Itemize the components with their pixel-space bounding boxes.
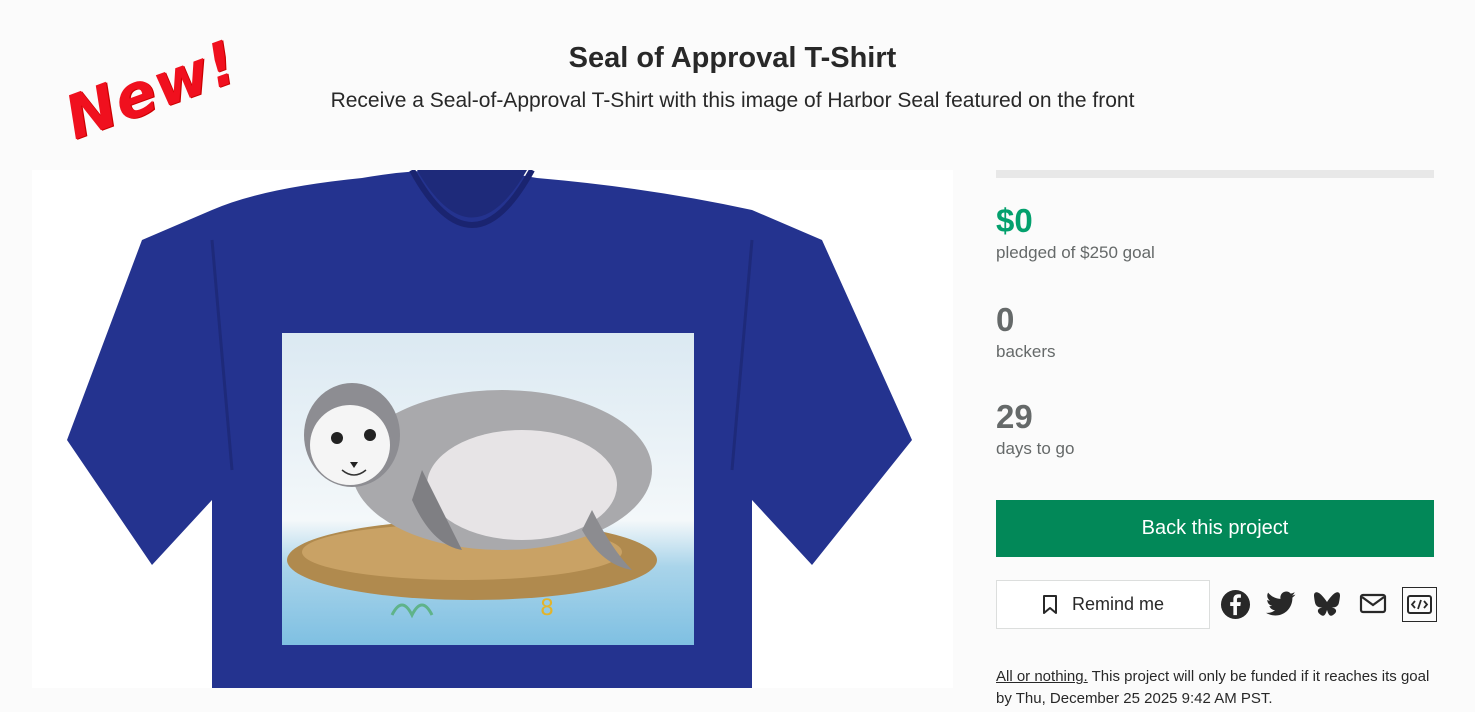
all-or-nothing-link[interactable]: All or nothing. xyxy=(996,668,1088,685)
facebook-icon[interactable] xyxy=(1219,588,1251,620)
pledged-stat: $0 pledged of $250 goal xyxy=(996,203,1155,263)
backers-count: 0 xyxy=(996,301,1015,338)
project-image[interactable]: 8 xyxy=(32,170,953,688)
bookmark-icon xyxy=(1042,594,1057,614)
embed-icon[interactable] xyxy=(1402,587,1437,622)
pledged-amount: $0 xyxy=(996,202,1033,239)
days-stat: 29 days to go xyxy=(996,399,1074,459)
email-icon[interactable] xyxy=(1357,588,1389,620)
backers-stat: 0 backers xyxy=(996,302,1056,362)
funding-progress-bar xyxy=(996,170,1434,178)
back-project-button[interactable]: Back this project xyxy=(996,500,1434,557)
tshirt-image: 8 xyxy=(67,170,912,688)
days-count: 29 xyxy=(996,398,1033,435)
bluesky-icon[interactable] xyxy=(1311,588,1343,620)
pledged-label: pledged of $250 goal xyxy=(996,243,1155,262)
funding-footnote: All or nothing. This project will only b… xyxy=(996,666,1446,710)
remind-me-button[interactable]: Remind me xyxy=(996,580,1210,629)
days-label: days to go xyxy=(996,439,1075,458)
remind-me-label: Remind me xyxy=(1071,594,1165,614)
twitter-icon[interactable] xyxy=(1265,588,1297,620)
svg-text:8: 8 xyxy=(540,596,554,621)
backers-label: backers xyxy=(996,342,1056,361)
